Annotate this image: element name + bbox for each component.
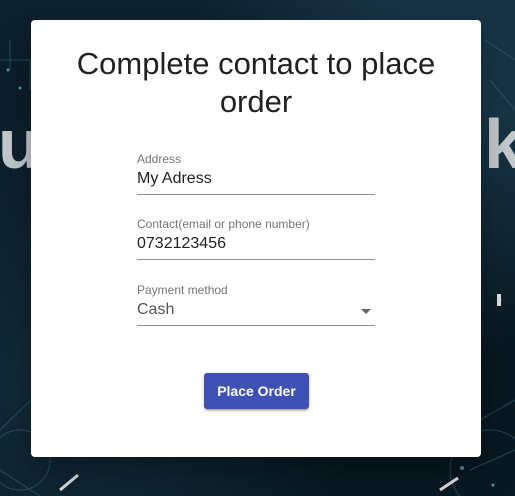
contact-field: Contact(email or phone number) — [137, 217, 375, 260]
address-label: Address — [137, 152, 182, 166]
payment-field: Payment method Cash — [137, 283, 375, 326]
address-input[interactable] — [137, 166, 375, 194]
payment-label: Payment method — [137, 283, 228, 297]
chevron-down-icon — [361, 308, 371, 314]
payment-method-value: Cash — [137, 301, 175, 318]
payment-underline — [137, 325, 375, 326]
address-underline — [137, 194, 375, 195]
contact-label: Contact(email or phone number) — [137, 217, 310, 231]
dialog-title: Complete contact to place order — [76, 46, 436, 119]
address-field: Address — [137, 152, 375, 195]
place-order-button[interactable]: Place Order — [204, 373, 309, 409]
background-text-right: k — [484, 105, 515, 183]
contact-input[interactable] — [137, 231, 375, 259]
contact-dialog: Complete contact to place order Address … — [31, 20, 481, 457]
contact-underline — [137, 259, 375, 260]
payment-method-select[interactable]: Cash — [137, 297, 375, 325]
